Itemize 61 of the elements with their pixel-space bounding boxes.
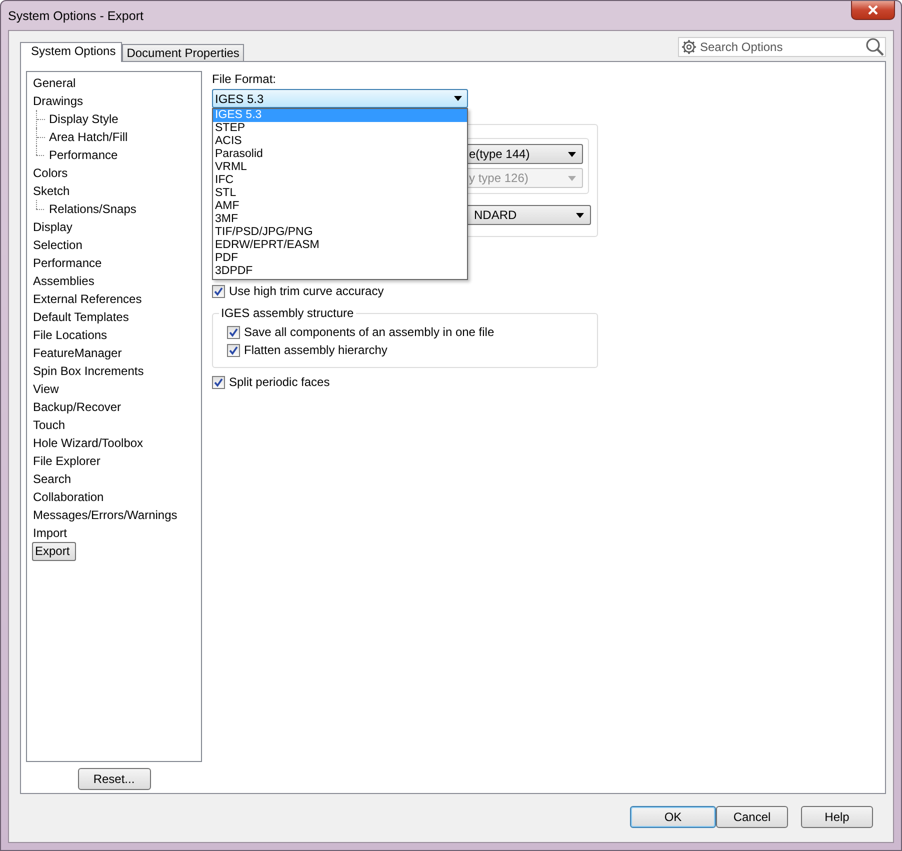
checkbox-row[interactable]: Use high trim curve accuracy [212, 282, 612, 300]
tree-item[interactable]: File Locations [32, 327, 108, 343]
checkbox[interactable] [227, 326, 240, 338]
tab[interactable]: System Options [20, 42, 122, 62]
dropdown-option[interactable]: 3DPDF [213, 265, 467, 278]
dialog-button[interactable]: Help [801, 806, 873, 828]
tree-item[interactable]: File Explorer [32, 453, 102, 469]
tree-item[interactable]: Import [32, 525, 68, 541]
tree-item[interactable]: Performance [48, 147, 119, 163]
tree-item[interactable]: Display [32, 219, 74, 235]
checkbox-row[interactable]: Save all components of an assembly in one file [227, 323, 597, 341]
settings-icon [681, 39, 697, 55]
close-button[interactable] [851, 1, 895, 20]
dropdown-arrow-icon [454, 96, 462, 101]
tree-item[interactable]: Relations/Snaps [48, 201, 138, 217]
tree-item[interactable]: Collaboration [32, 489, 105, 505]
search-icon [865, 37, 885, 57]
tree-item[interactable]: Colors [32, 165, 69, 181]
tree-item[interactable]: Drawings [32, 93, 84, 109]
dropdown-option[interactable]: STL [213, 187, 467, 200]
tree-item[interactable]: Performance [32, 255, 103, 271]
tree-item[interactable]: Default Templates [32, 309, 130, 325]
tree-item[interactable]: Area Hatch/Fill [48, 129, 129, 145]
search-field[interactable]: Search Options [678, 37, 886, 57]
checkbox[interactable] [212, 284, 225, 298]
tree-item[interactable]: Assemblies [32, 273, 96, 289]
checkbox-row[interactable]: Flatten assembly hierarchy [227, 341, 597, 359]
file-format-label: File Format: [212, 72, 278, 86]
reset-button[interactable]: Reset... [78, 768, 150, 790]
checkbox[interactable] [227, 344, 240, 356]
tree-item[interactable]: Backup/Recover [32, 399, 122, 415]
tree-item[interactable]: General [32, 75, 77, 91]
dialog-button[interactable]: OK [630, 806, 716, 828]
search-input[interactable]: Search Options [700, 40, 862, 54]
tab[interactable]: Document Properties [122, 44, 244, 61]
tree-item[interactable]: Search [32, 471, 72, 487]
window-title: System Options - Export [8, 9, 144, 23]
tree-item[interactable]: Display Style [48, 111, 120, 127]
tree-item[interactable]: View [32, 381, 60, 397]
tree-item[interactable]: Touch [32, 417, 66, 433]
dropdown-option[interactable]: TIF/PSD/JPG/PNG [213, 226, 467, 239]
tree-item[interactable]: Export [32, 542, 76, 560]
dropdown-arrow-icon [576, 212, 584, 218]
tree-item[interactable]: Hole Wizard/Toolbox [32, 435, 144, 451]
tree-item[interactable]: Selection [32, 237, 84, 253]
tree-item[interactable]: Spin Box Increments [32, 363, 145, 379]
tree-item[interactable]: External References [32, 291, 143, 307]
dropdown-option[interactable]: STEP [213, 122, 467, 135]
dropdown-option[interactable]: EDRW/EPRT/EASM [213, 239, 467, 252]
checkbox-row[interactable]: Split periodic faces [212, 373, 612, 391]
tree-item[interactable]: Sketch [32, 183, 71, 199]
tree-item[interactable]: Messages/Errors/Warnings [32, 507, 178, 523]
dropdown-option[interactable]: PDF [213, 252, 467, 265]
group-title: IGES assembly structure [219, 306, 356, 320]
checkbox[interactable] [212, 376, 225, 388]
dialog-button[interactable]: Cancel [716, 806, 788, 828]
close-icon [867, 5, 879, 15]
dropdown-arrow-icon [568, 152, 576, 156]
dropdown-arrow-icon [568, 176, 576, 180]
file-format-dropdown[interactable]: IGES 5.3 [212, 89, 468, 108]
tree-item[interactable]: FeatureManager [32, 345, 123, 361]
